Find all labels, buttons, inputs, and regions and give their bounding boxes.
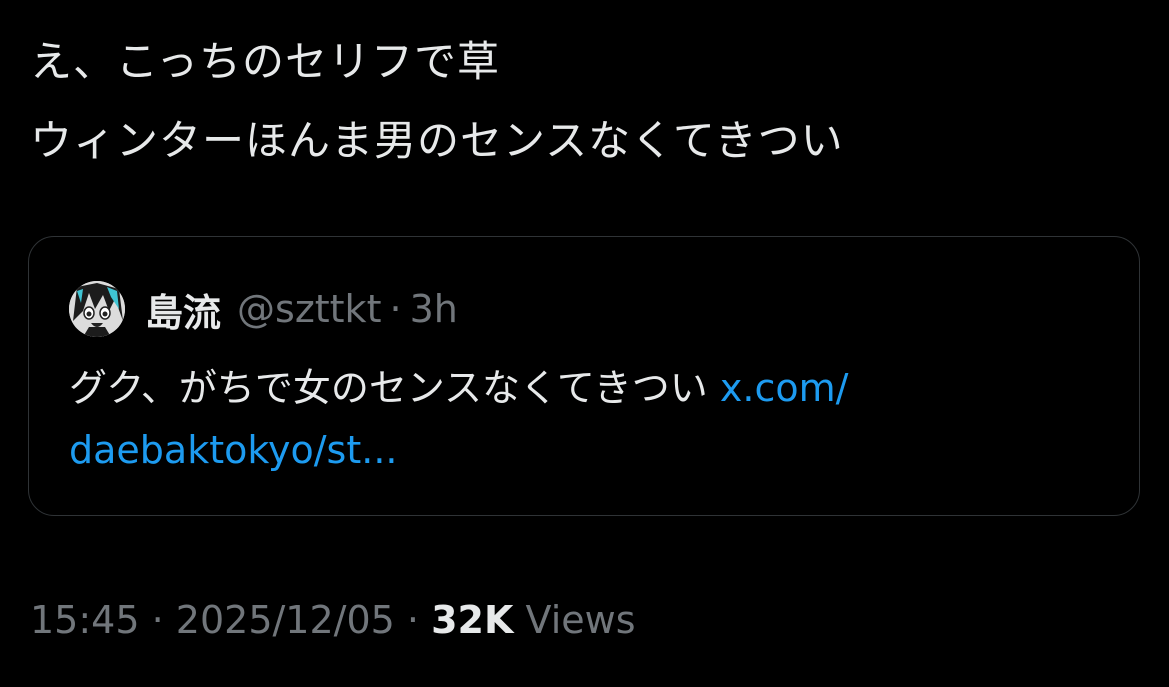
- quoted-link-part-2: daebaktokyo/st...: [69, 428, 398, 472]
- quoted-post-body: グク、がちで女のセンスなくてきつい: [69, 366, 708, 410]
- anime-avatar-icon: [69, 281, 125, 337]
- quoted-post-header: 島流 @szttkt · 3h: [69, 281, 458, 337]
- meta-separator-2: ·: [406, 598, 420, 642]
- quoted-author-handle[interactable]: @szttkt: [237, 287, 381, 331]
- avatar[interactable]: [69, 281, 125, 337]
- quoted-author-name[interactable]: 島流: [145, 282, 221, 337]
- views-label[interactable]: Views: [526, 598, 636, 642]
- header-separator: ·: [389, 287, 402, 331]
- post-text-line-2: ウィンターほんま男のセンスなくてきつい: [30, 116, 844, 165]
- post-time[interactable]: 15:45: [30, 598, 140, 642]
- post-text-line-1: え、こっちのセリフで草: [30, 37, 501, 86]
- quoted-link-part-1: x.com/: [719, 366, 849, 410]
- meta-separator-1: ·: [151, 598, 164, 642]
- views-count[interactable]: 32K: [431, 598, 513, 642]
- quoted-post-card[interactable]: 島流 @szttkt · 3h グク、がちで女のセンスなくてきつい x.com/…: [28, 236, 1140, 516]
- quoted-post-text: グク、がちで女のセンスなくてきつい x.com/daebaktokyo/st..…: [69, 357, 1069, 481]
- post-date[interactable]: 2025/12/05: [176, 598, 395, 642]
- quoted-post-age[interactable]: 3h: [410, 287, 458, 331]
- post-meta: 15:45 · 2025/12/05 · 32K Views: [30, 596, 636, 644]
- post-text: え、こっちのセリフで草 ウィンターほんま男のセンスなくてきつい: [30, 22, 1140, 180]
